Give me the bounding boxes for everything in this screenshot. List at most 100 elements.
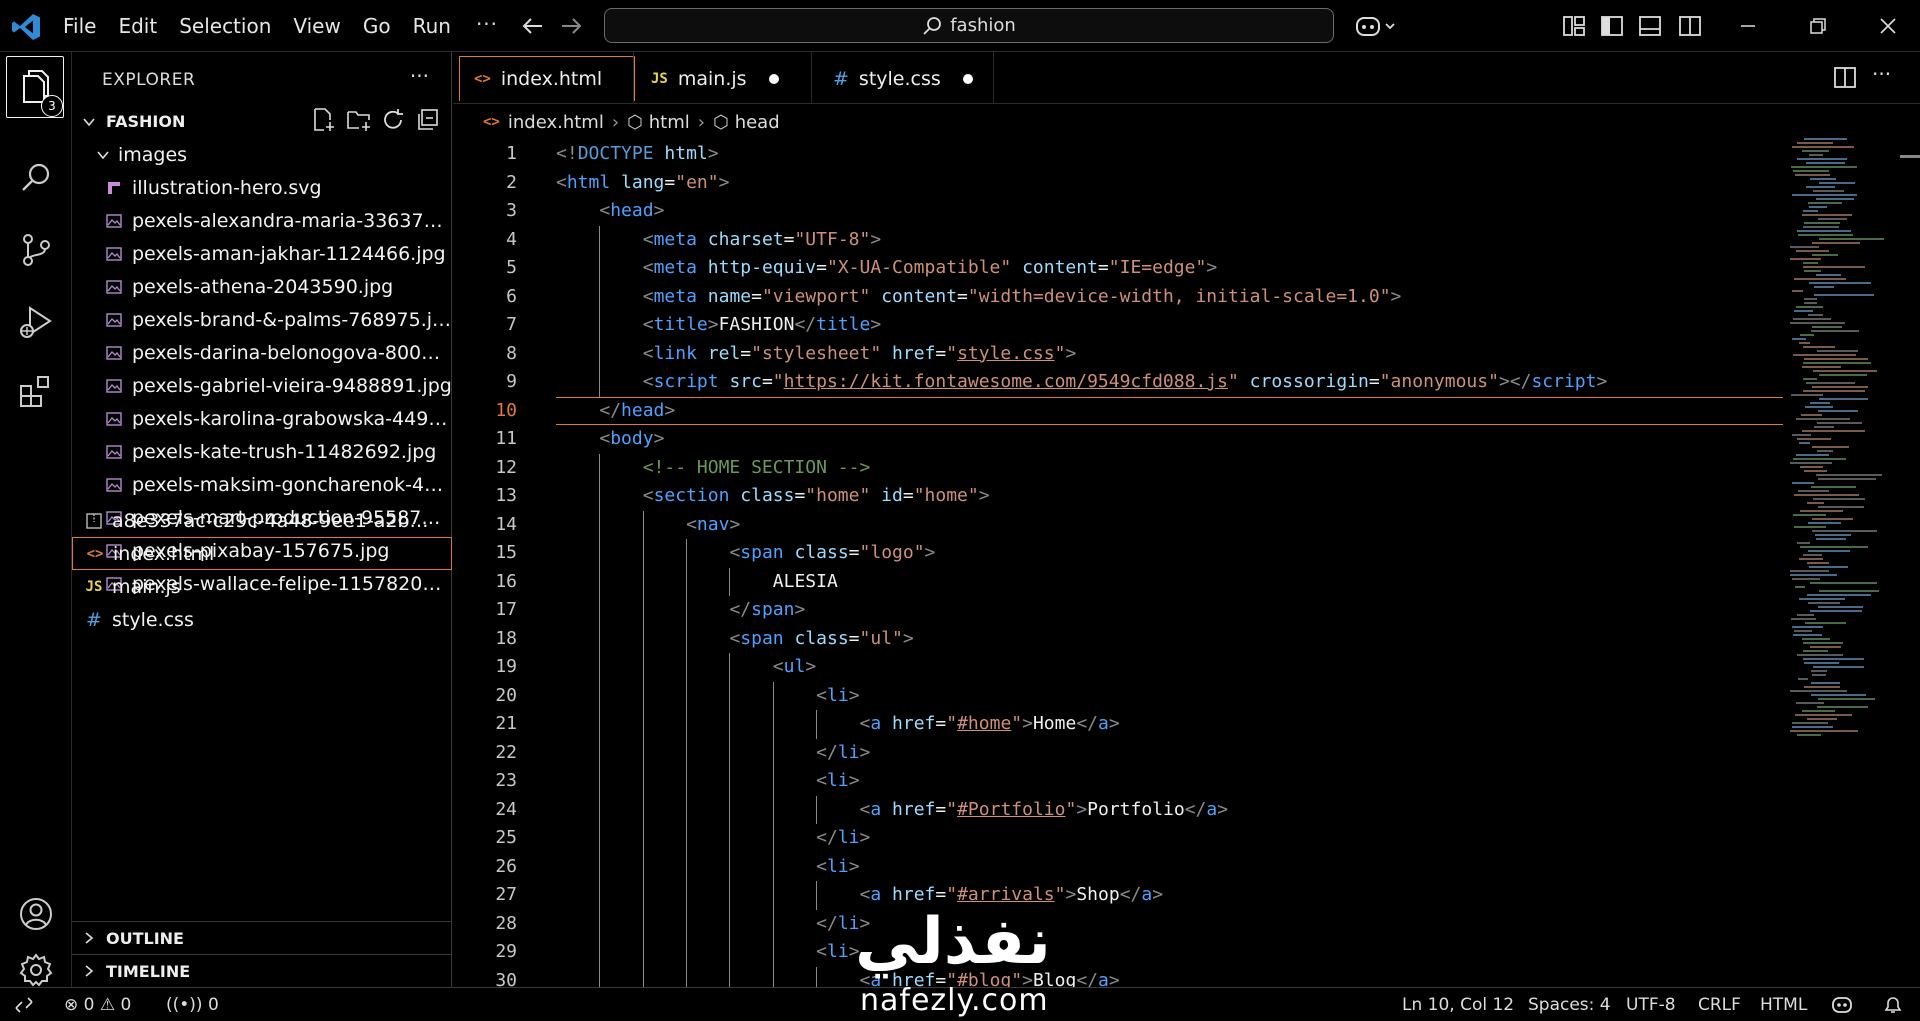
- restore-button[interactable]: [1790, 0, 1846, 52]
- source-control-activity[interactable]: [0, 216, 72, 284]
- indentation[interactable]: Spaces: 4: [1528, 995, 1611, 1015]
- search-activity[interactable]: [0, 144, 72, 212]
- code-line[interactable]: 22 </li>: [453, 739, 1783, 768]
- code-line[interactable]: 23 <li>: [453, 767, 1783, 796]
- code-line[interactable]: 9 <script src="https://kit.fontawesome.co…: [453, 368, 1783, 397]
- code-line[interactable]: 28 </li>: [453, 910, 1783, 939]
- code-line[interactable]: 20 <li>: [453, 682, 1783, 711]
- forward-arrow-icon[interactable]: [556, 11, 586, 41]
- code-line[interactable]: 29 <li>: [453, 938, 1783, 967]
- refresh-icon[interactable]: [382, 107, 406, 133]
- timeline-section[interactable]: TIMELINE: [72, 954, 452, 987]
- image-file-item[interactable]: pexels-gabriel-vieira-9488891.jpg: [72, 369, 452, 402]
- code-line[interactable]: 25 </li>: [453, 824, 1783, 853]
- image-file-item[interactable]: illustration-hero.svg: [72, 171, 452, 204]
- remote-icon[interactable]: [14, 996, 34, 1014]
- unsaved-dot-icon[interactable]: [962, 73, 973, 84]
- cursor-position[interactable]: Ln 10, Col 12: [1402, 995, 1514, 1015]
- breadcrumb-html[interactable]: html: [649, 112, 690, 133]
- code-line[interactable]: 24 <a href="#Portfolio">Portfolio</a>: [453, 796, 1783, 825]
- copilot-status-icon[interactable]: [1830, 995, 1854, 1015]
- image-file-item[interactable]: pexels-athena-2043590.jpg: [72, 270, 452, 303]
- file-style-css[interactable]: # style.css: [72, 603, 452, 636]
- language-mode[interactable]: HTML: [1760, 995, 1807, 1015]
- code-line[interactable]: 2 <html lang="en">: [453, 169, 1783, 198]
- file-main-js[interactable]: JS main.js: [72, 570, 452, 603]
- menu-edit[interactable]: Edit: [107, 6, 168, 46]
- split-editor-icon[interactable]: [1832, 66, 1860, 90]
- back-arrow-icon[interactable]: [518, 11, 548, 41]
- code-line[interactable]: 4 <meta charset="UTF-8">: [453, 226, 1783, 255]
- code-line[interactable]: 1 <!DOCTYPE html>: [453, 140, 1783, 169]
- file-index-html[interactable]: <> index.html: [72, 537, 452, 570]
- code-line[interactable]: 12 <!-- HOME SECTION -->: [453, 454, 1783, 483]
- code-line[interactable]: 7 <title>FASHION</title>: [453, 311, 1783, 340]
- code-line[interactable]: 13 <section class="home" id="home">: [453, 482, 1783, 511]
- code-line[interactable]: 8 <link rel="stylesheet" href="style.css"…: [453, 340, 1783, 369]
- code-line[interactable]: 10 </head>: [453, 397, 1783, 426]
- code-line[interactable]: 18 <span class="ul">: [453, 625, 1783, 654]
- editor-more-icon[interactable]: ···: [1872, 62, 1891, 86]
- end-of-line[interactable]: CRLF: [1698, 995, 1741, 1015]
- code-line[interactable]: 14 <nav>: [453, 511, 1783, 540]
- image-file-item[interactable]: pexels-alexandra-maria-336372.jpg: [72, 204, 452, 237]
- image-file-item[interactable]: pexels-kate-trush-11482692.jpg: [72, 435, 452, 468]
- code-line[interactable]: 5 <meta http-equiv="X-UA-Compatible" cont…: [453, 254, 1783, 283]
- image-file-item[interactable]: pexels-maksim-goncharenok-4421...: [72, 468, 452, 501]
- customize-layout-icon[interactable]: [1562, 12, 1586, 40]
- encoding[interactable]: UTF-8: [1626, 995, 1676, 1015]
- explorer-more-icon[interactable]: ···: [410, 64, 429, 88]
- minimap[interactable]: [1790, 138, 1900, 758]
- image-file-item[interactable]: pexels-karolina-grabowska-449848...: [72, 402, 452, 435]
- code-line[interactable]: 16 ALESIA: [453, 568, 1783, 597]
- toggle-secondary-sidebar-icon[interactable]: [1678, 12, 1702, 40]
- extensions-activity[interactable]: [0, 358, 72, 426]
- new-folder-icon[interactable]: [346, 107, 372, 133]
- code-line[interactable]: 15 <span class="logo">: [453, 539, 1783, 568]
- code-line[interactable]: 19 <ul>: [453, 653, 1783, 682]
- close-button[interactable]: [1860, 0, 1916, 52]
- menu-more-icon[interactable]: ···: [462, 6, 512, 46]
- menu-go[interactable]: Go: [352, 6, 402, 46]
- image-file-item[interactable]: pexels-brand-&-palms-768975.jpg: [72, 303, 452, 336]
- code-line[interactable]: 3 <head>: [453, 197, 1783, 226]
- errors-indicator[interactable]: ⊗ 0 ⚠ 0: [64, 995, 131, 1015]
- file-zip[interactable]: a8e337ac-c29c-4a48-9ee1-a2bad17...: [72, 504, 452, 537]
- code-line[interactable]: 26 <li>: [453, 853, 1783, 882]
- copilot-icon[interactable]: [1354, 12, 1398, 40]
- folder-header-fashion[interactable]: FASHION: [72, 105, 452, 138]
- menu-view[interactable]: View: [282, 6, 351, 46]
- new-file-icon[interactable]: [312, 107, 336, 133]
- toggle-panel-icon[interactable]: [1638, 12, 1662, 40]
- unsaved-dot-icon[interactable]: [768, 73, 779, 84]
- outline-section[interactable]: OUTLINE: [72, 921, 452, 954]
- tab-index-html[interactable]: <> index.html: [459, 56, 635, 101]
- ports-indicator[interactable]: ((•)) 0: [166, 995, 219, 1015]
- command-center-search[interactable]: fashion: [604, 8, 1334, 43]
- image-file-item[interactable]: pexels-aman-jakhar-1124466.jpg: [72, 237, 452, 270]
- code-line[interactable]: 11 <body>: [453, 425, 1783, 454]
- code-line[interactable]: 21 <a href="#home">Home</a>: [453, 710, 1783, 739]
- collapse-all-icon[interactable]: [416, 107, 440, 133]
- code-line[interactable]: 30 <a href="#blog">Blog</a>: [453, 967, 1783, 988]
- minimize-button[interactable]: [1720, 0, 1776, 52]
- tab-main-js[interactable]: JS main.js: [637, 56, 805, 101]
- image-file-item[interactable]: pexels-darina-belonogova-800399...: [72, 336, 452, 369]
- toggle-primary-sidebar-icon[interactable]: [1600, 12, 1624, 40]
- menu-file[interactable]: File: [52, 6, 107, 46]
- code-editor[interactable]: 1 <!DOCTYPE html> 2 <html lang="en"> 3 <head>…: [453, 140, 1783, 987]
- folder-images[interactable]: images: [72, 138, 452, 171]
- menu-run[interactable]: Run: [402, 6, 462, 46]
- code-line[interactable]: 27 <a href="#arrivals">Shop</a>: [453, 881, 1783, 910]
- scrollbar-thumb[interactable]: [1900, 155, 1920, 158]
- outline-label: OUTLINE: [106, 928, 184, 948]
- notifications-icon[interactable]: [1882, 995, 1904, 1015]
- run-debug-activity[interactable]: [0, 288, 72, 356]
- menu-selection[interactable]: Selection: [168, 6, 282, 46]
- code-line[interactable]: 6 <meta name="viewport" content="width=de…: [453, 283, 1783, 312]
- explorer-activity[interactable]: 3: [6, 56, 64, 118]
- breadcrumb-file[interactable]: index.html: [508, 112, 604, 133]
- tab-style-css[interactable]: # style.css: [819, 56, 989, 101]
- breadcrumb-head[interactable]: head: [735, 112, 780, 133]
- code-line[interactable]: 17 </span>: [453, 596, 1783, 625]
